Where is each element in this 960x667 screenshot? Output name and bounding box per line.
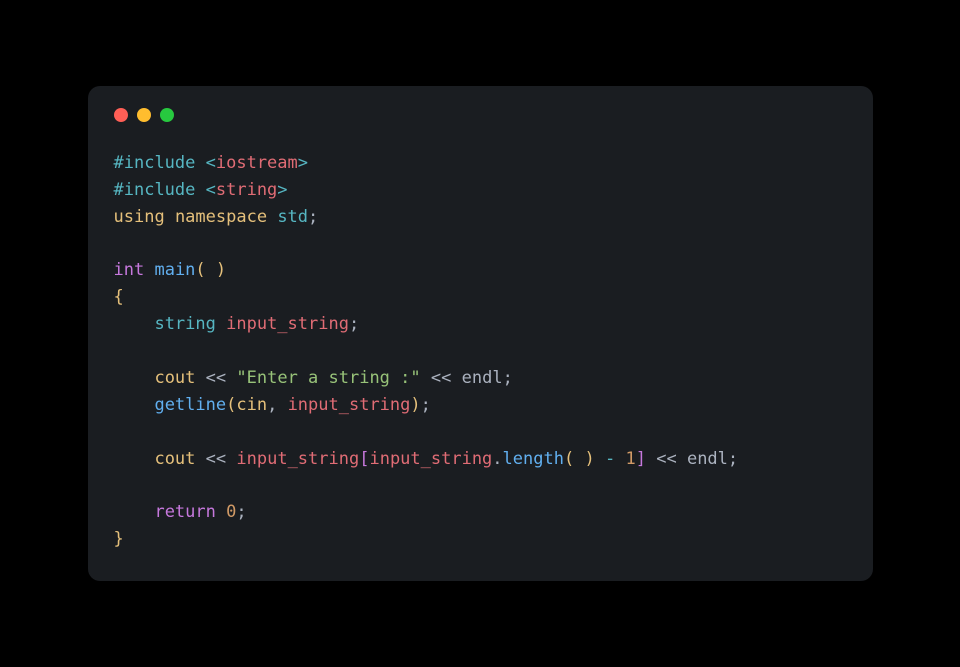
code-line: cout << input_string[input_string.length… — [114, 446, 847, 473]
zoom-icon[interactable] — [160, 108, 174, 122]
code-token: input_string — [369, 449, 492, 469]
code-token: length — [503, 449, 564, 469]
code-token: getline — [154, 395, 226, 415]
code-token — [646, 449, 656, 469]
code-token: > — [277, 180, 287, 200]
code-token: cout — [154, 449, 195, 469]
code-token: 0 — [226, 502, 236, 522]
code-token — [226, 449, 236, 469]
code-token — [595, 449, 605, 469]
code-token: ; — [421, 395, 431, 415]
code-token: ( — [195, 260, 205, 280]
code-token: ) — [584, 449, 594, 469]
code-token — [267, 207, 277, 227]
code-line: cout << "Enter a string :" << endl; — [114, 365, 847, 392]
code-line: #include <string> — [114, 177, 847, 204]
code-token: endl — [462, 368, 503, 388]
code-token: ; — [728, 449, 738, 469]
close-icon[interactable] — [114, 108, 128, 122]
code-token: 1 — [625, 449, 635, 469]
code-line — [114, 231, 847, 258]
code-token: ( — [226, 395, 236, 415]
code-token — [216, 314, 226, 334]
code-line: } — [114, 526, 847, 553]
code-line: #include <iostream> — [114, 150, 847, 177]
code-token: ; — [308, 207, 318, 227]
code-line: { — [114, 284, 847, 311]
code-token — [114, 368, 155, 388]
code-token — [114, 502, 155, 522]
code-token: << — [206, 368, 226, 388]
code-token — [677, 449, 687, 469]
code-line — [114, 338, 847, 365]
window-titlebar — [114, 108, 847, 122]
code-token: < — [206, 180, 216, 200]
code-token — [165, 207, 175, 227]
code-token: cout — [154, 368, 195, 388]
code-window: #include <iostream>#include <string>usin… — [88, 86, 873, 581]
code-token — [114, 314, 155, 334]
code-token: input_string — [236, 449, 359, 469]
code-token — [114, 449, 155, 469]
code-token: string — [216, 180, 277, 200]
code-line: getline(cin, input_string); — [114, 392, 847, 419]
code-token — [451, 368, 461, 388]
code-token: #include — [114, 153, 206, 173]
code-token: ) — [216, 260, 226, 280]
code-token: . — [492, 449, 502, 469]
code-token: #include — [114, 180, 206, 200]
code-token: ( — [564, 449, 574, 469]
code-token: << — [656, 449, 676, 469]
code-token: return — [154, 502, 215, 522]
code-token: ; — [349, 314, 359, 334]
code-line — [114, 419, 847, 446]
code-token: << — [431, 368, 451, 388]
code-token — [421, 368, 431, 388]
code-token: input_string — [226, 314, 349, 334]
code-token — [226, 368, 236, 388]
code-token: cin — [236, 395, 267, 415]
code-token: input_string — [288, 395, 411, 415]
code-token — [195, 449, 205, 469]
code-line — [114, 472, 847, 499]
code-token: ] — [636, 449, 646, 469]
code-token: ) — [410, 395, 420, 415]
code-token: [ — [359, 449, 369, 469]
code-token: "Enter a string :" — [236, 368, 420, 388]
code-token: , — [267, 395, 287, 415]
code-token: { — [114, 287, 124, 307]
code-token: - — [605, 449, 615, 469]
code-token: iostream — [216, 153, 298, 173]
code-token: int — [114, 260, 145, 280]
code-token: std — [277, 207, 308, 227]
code-token: ; — [236, 502, 246, 522]
code-token: } — [114, 529, 124, 549]
code-token — [216, 502, 226, 522]
code-token — [615, 449, 625, 469]
code-token: endl — [687, 449, 728, 469]
code-token — [206, 260, 216, 280]
minimize-icon[interactable] — [137, 108, 151, 122]
code-token: << — [206, 449, 226, 469]
code-line: string input_string; — [114, 311, 847, 338]
code-line: using namespace std; — [114, 204, 847, 231]
code-token — [574, 449, 584, 469]
code-line: int main( ) — [114, 257, 847, 284]
code-token: ; — [503, 368, 513, 388]
code-token: namespace — [175, 207, 267, 227]
code-token: string — [154, 314, 215, 334]
code-line: return 0; — [114, 499, 847, 526]
code-token: < — [206, 153, 216, 173]
code-token: using — [114, 207, 165, 227]
code-token: > — [298, 153, 308, 173]
code-token: main — [154, 260, 195, 280]
code-token — [114, 395, 155, 415]
code-token — [195, 368, 205, 388]
code-block: #include <iostream>#include <string>usin… — [114, 150, 847, 553]
code-token — [144, 260, 154, 280]
